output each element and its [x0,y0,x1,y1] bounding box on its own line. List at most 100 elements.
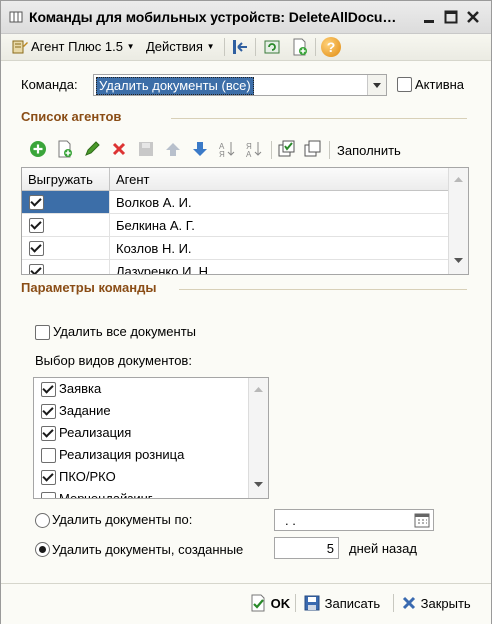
table-row[interactable]: Волков А. И. [22,191,448,214]
actions-menu[interactable]: Действия ▼ [146,38,215,56]
doc-type-checkbox[interactable] [41,382,56,397]
list-item[interactable]: Заявка [34,378,248,400]
export-checkbox[interactable] [29,264,44,274]
uncheck-all-icon[interactable] [304,140,322,158]
table-row[interactable]: Козлов Н. И. [22,237,448,260]
copy-row-icon[interactable] [56,140,74,158]
delete-icon[interactable] [110,140,128,158]
maximize-icon [444,10,458,24]
doc-type-checkbox[interactable] [41,426,56,441]
delete-all-label: Удалить все документы [53,324,196,339]
agent-plus-icon [12,40,28,54]
doc-type-label: Задание [59,403,111,418]
agent-name: Белкина А. Г. [116,218,195,233]
doc-type-checkbox[interactable] [41,448,56,463]
toolbar-separator [329,141,330,159]
add-document-icon[interactable] [291,38,309,56]
section-divider [179,289,467,290]
doc-type-checkbox[interactable] [41,492,56,498]
table-row[interactable]: Белкина А. Г. [22,214,448,237]
ok-button[interactable]: OK [249,594,290,614]
agent-plus-menu[interactable]: Агент Плюс 1.5 ▼ [31,38,135,56]
close-icon [402,596,416,610]
agent-name: Лазуренко И. Н. [116,264,212,275]
export-checkbox[interactable] [29,241,44,256]
doc-type-label: Реализация [59,425,132,440]
sort-asc-icon[interactable]: A Я [218,140,236,158]
svg-text:A: A [246,150,252,158]
scroll-up-icon[interactable] [449,170,468,188]
toolbar-separator [255,38,256,56]
toolbar-separator [315,38,316,56]
delete-all-checkbox[interactable] [35,325,50,340]
svg-text:Я: Я [219,150,225,158]
column-header-export[interactable]: Выгружать [28,172,93,187]
delete-created-radio[interactable] [35,542,50,557]
doc-type-label: ПКО/РКО [59,469,116,484]
delete-by-radio[interactable] [35,513,50,528]
move-down-icon[interactable] [191,140,209,158]
agent-name: Волков А. И. [116,195,192,210]
doc-type-checkbox[interactable] [41,470,56,485]
table-row[interactable]: Лазуренко И. Н. [22,260,448,275]
list-item[interactable]: Задание [34,400,248,422]
list-item[interactable]: Реализация [34,422,248,444]
maximize-button[interactable] [443,9,459,25]
agent-plus-menu-label: Агент Плюс 1.5 [31,39,123,54]
active-label: Активна [415,77,465,92]
list-item[interactable]: ПКО/РКО [34,466,248,488]
footer-bar: OK Записать Закрыть [1,583,491,624]
column-header-agent[interactable]: Агент [116,172,150,187]
title-bar[interactable]: Команды для мобильных устройств: DeleteA… [1,1,491,34]
export-checkbox[interactable] [29,218,44,233]
agents-scrollbar[interactable] [448,168,468,274]
days-field[interactable]: 5 [274,537,339,559]
calendar-icon[interactable] [413,511,431,529]
save-button[interactable]: Записать [303,594,380,614]
ok-label: OK [270,596,291,611]
toolbar-separator [271,141,272,159]
scroll-down-icon[interactable] [449,252,468,270]
add-row-icon[interactable] [29,140,47,158]
doc-types-label: Выбор видов документов: [35,353,192,368]
close-form-button[interactable]: Закрыть [401,594,471,614]
section-divider [171,118,467,119]
list-item[interactable]: Реализация розница [34,444,248,466]
scroll-up-icon[interactable] [249,380,268,398]
delete-by-date-field[interactable]: . . [274,509,434,531]
agents-section-title: Список агентов [21,109,122,124]
go-to-icon[interactable] [231,38,249,56]
check-all-icon[interactable] [278,140,296,158]
command-select[interactable]: Удалить документы (все) [93,74,387,96]
sort-desc-icon[interactable]: Я A [245,140,263,158]
active-checkbox[interactable] [397,77,412,92]
save-label: Записать [324,596,381,611]
fill-button[interactable]: Заполнить [337,143,401,158]
close-button[interactable] [465,9,481,25]
edit-pencil-icon[interactable] [83,140,101,158]
help-icon[interactable]: ? [321,37,341,57]
scroll-down-icon[interactable] [249,476,268,494]
params-section-title: Параметры команды [21,280,157,295]
list-item[interactable]: Мерчендайзинг [34,488,248,499]
actions-menu-label: Действия [146,39,203,54]
doc-type-checkbox[interactable] [41,404,56,419]
table-icon [9,11,23,23]
doc-type-label: Мерчендайзинг [59,491,153,499]
command-dropdown-button[interactable] [367,75,386,95]
column-divider [109,191,110,274]
agents-table[interactable]: Выгружать Агент Волков А. И. Белкина А. … [21,167,469,275]
doc-types-scrollbar[interactable] [248,378,268,498]
export-checkbox[interactable] [29,195,44,210]
ok-icon [251,594,265,612]
doc-types-list[interactable]: Заявка Задание Реализация Реализация роз… [33,377,269,499]
close-label: Закрыть [420,596,471,611]
command-window: Команды для мобильных устройств: DeleteA… [0,0,492,624]
footer-separator [295,594,296,612]
refresh-icon[interactable] [263,38,281,56]
minimize-button[interactable] [421,9,437,25]
move-up-icon[interactable] [164,140,182,158]
chevron-down-icon: ▼ [206,42,215,51]
chevron-down-icon [373,83,381,88]
command-select-value: Удалить документы (все) [96,77,254,95]
